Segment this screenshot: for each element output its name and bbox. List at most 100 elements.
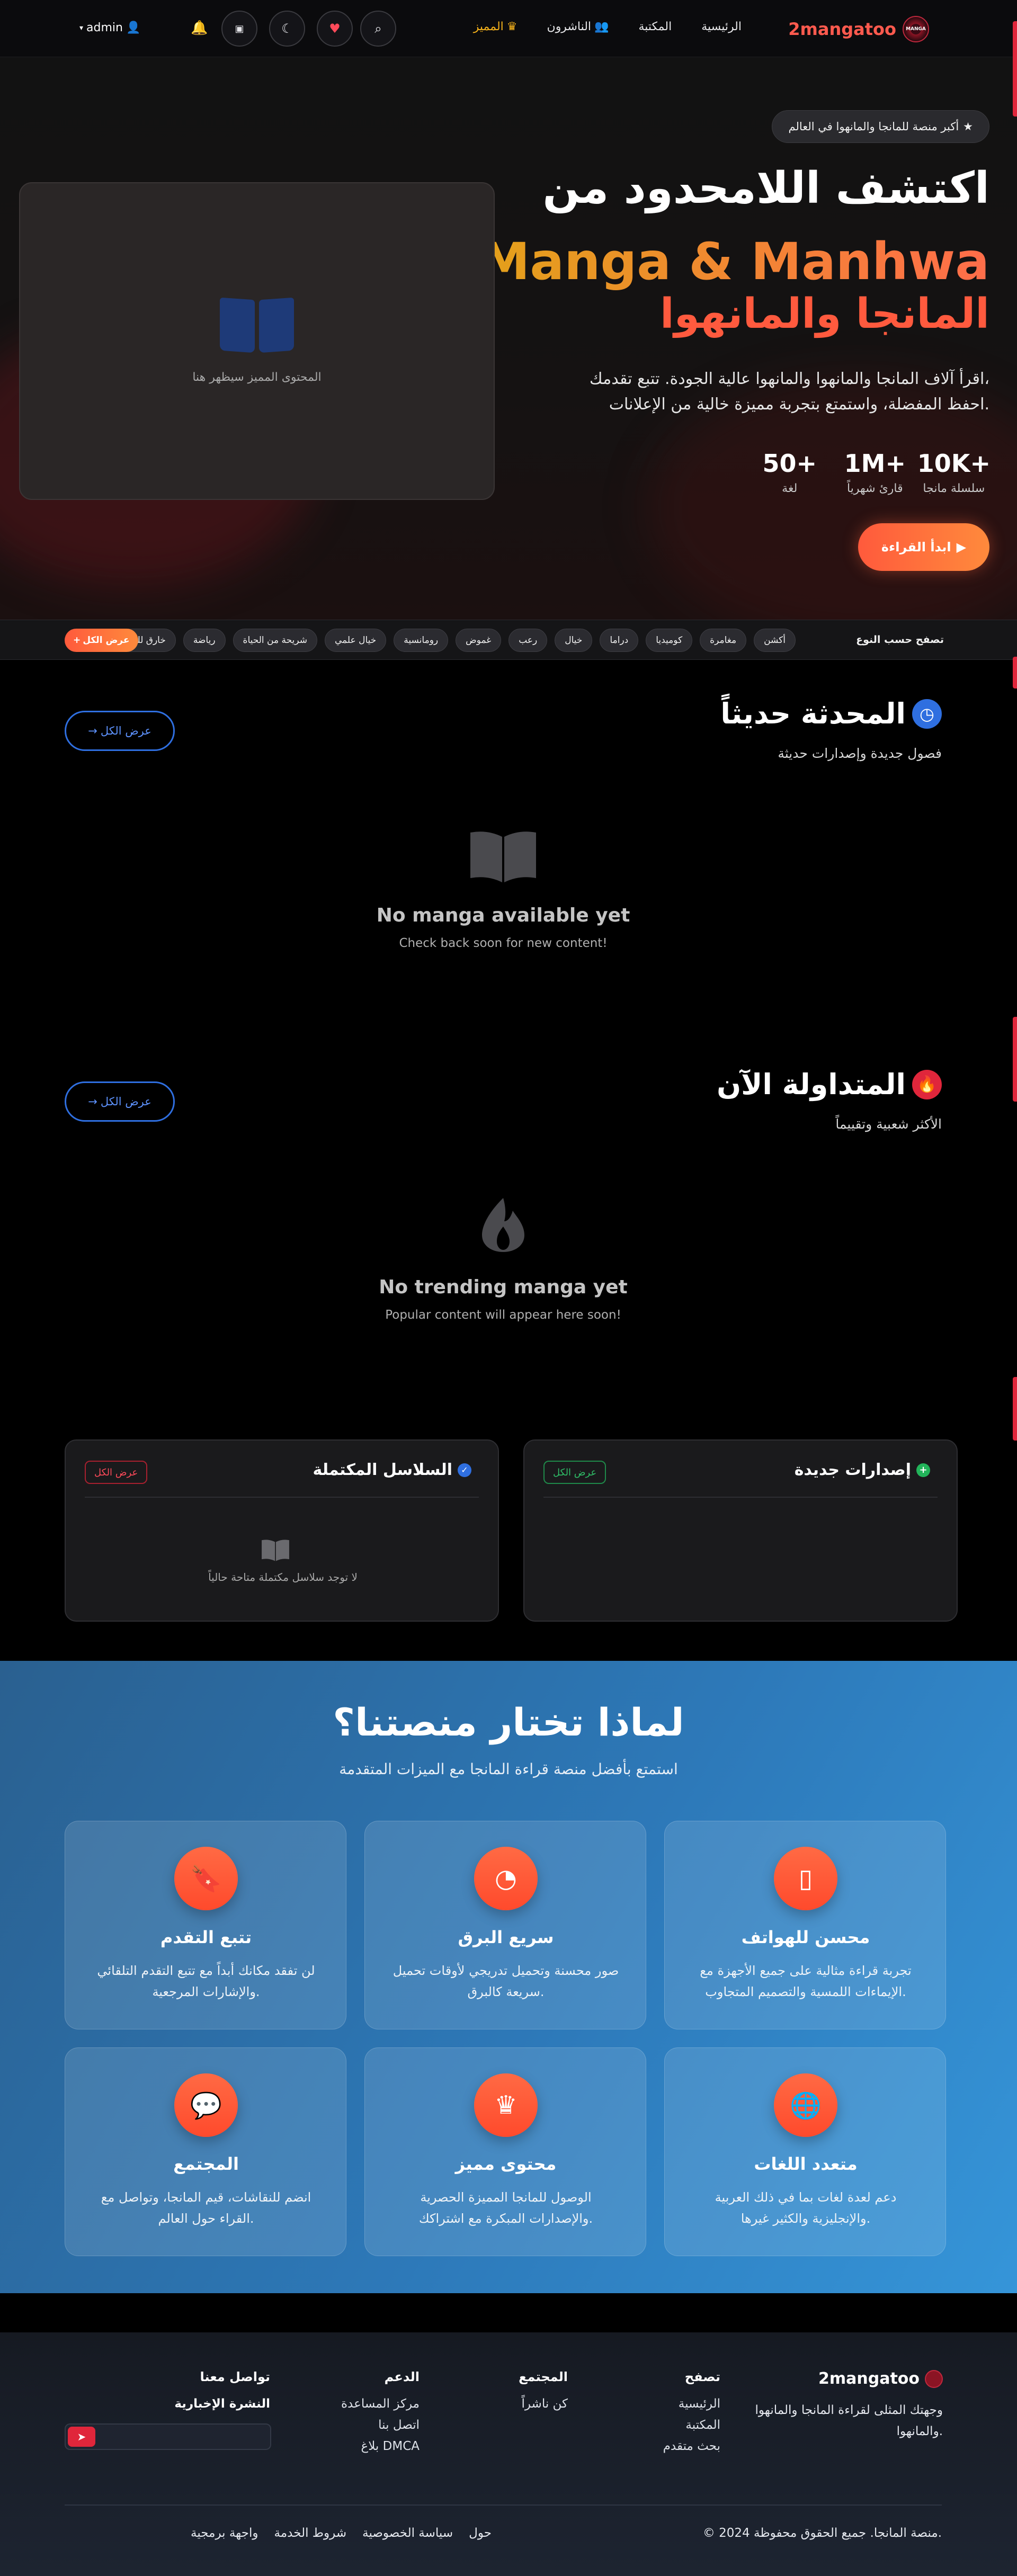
edge-accent bbox=[1013, 657, 1017, 688]
feature-description: انضم للنقاشات، قيم المانجا، وتواصل مع ال… bbox=[101, 2190, 311, 2226]
genre-chip[interactable]: كوميديا bbox=[646, 629, 693, 652]
why-subtitle: استمتع بأفضل منصة قراءة المانجا مع الميز… bbox=[339, 1760, 678, 1778]
crown-icon: ♛ bbox=[474, 2073, 538, 2137]
footer-link[interactable]: الرئيسية bbox=[663, 2397, 720, 2411]
feature-description: دعم لعدة لغات بما في ذلك العربية والإنجل… bbox=[715, 2190, 897, 2226]
start-reading-label: ابدأ القراءة bbox=[881, 540, 951, 554]
edge-accent bbox=[1013, 21, 1017, 117]
edge-accent bbox=[1013, 1017, 1017, 1102]
latest-title-text: المحدثة حديثاً bbox=[720, 697, 906, 730]
footer-col-title: الدعم bbox=[384, 2369, 420, 2384]
completed-series-title: ✓ السلاسل المكتملة bbox=[313, 1461, 471, 1479]
genre-chip[interactable]: رومانسية bbox=[394, 629, 449, 652]
footer-link-terms[interactable]: شروط الخدمة bbox=[274, 2526, 347, 2540]
hero-section: ★ أكبر منصة للمانجا والمانهوا في العالم … bbox=[0, 57, 1017, 620]
genre-bar: تصفح حسب النوع أكشن مغامرة كوميديا دراما… bbox=[0, 620, 1017, 660]
footer-link[interactable]: بلاغ DMCA bbox=[341, 2439, 420, 2453]
search-button[interactable]: ⌕ bbox=[360, 11, 396, 47]
footer-link[interactable]: كن ناشراً bbox=[519, 2397, 568, 2411]
feature-card: 🌐 متعدد اللغات دعم لعدة لغات بما في ذلك … bbox=[664, 2047, 946, 2256]
footer-link-about[interactable]: حول bbox=[469, 2526, 492, 2540]
newsletter-email-input[interactable] bbox=[65, 2423, 271, 2450]
trending-view-all-button[interactable]: → عرض الكل bbox=[65, 1081, 175, 1122]
completed-series-panel: ✓ السلاسل المكتملة عرض الكل لا توجد سلاس… bbox=[65, 1439, 499, 1622]
nav-home[interactable]: الرئيسية bbox=[701, 20, 742, 33]
hero-title-arabic: المانجا والمانهوا bbox=[659, 290, 989, 338]
genre-chip[interactable]: دراما bbox=[600, 629, 639, 652]
latest-section-title: ◷ المحدثة حديثاً bbox=[720, 697, 942, 730]
latest-empty-subtitle: Check back soon for new content! bbox=[399, 936, 608, 950]
heart-icon: ♥ bbox=[329, 21, 341, 36]
nav-home-label: الرئيسية bbox=[701, 20, 742, 33]
copyright: © 2024 منصة المانجا. جميع الحقوق محفوظة. bbox=[702, 2526, 942, 2540]
logo-icon bbox=[925, 2369, 943, 2388]
footer-link-api[interactable]: واجهة برمجية bbox=[191, 2526, 258, 2540]
view-all-genres-label: عرض الكل bbox=[83, 635, 130, 646]
globe-icon: 🌐 bbox=[774, 2073, 837, 2137]
stat-label: سلسلة مانجا bbox=[923, 482, 985, 495]
footer-link[interactable]: المكتبة bbox=[663, 2418, 720, 2432]
brand-logo[interactable]: MANGA 2mangatoo bbox=[788, 16, 929, 42]
footer-divider bbox=[65, 2505, 942, 2506]
genre-chip[interactable]: خيال bbox=[555, 629, 593, 652]
why-choose-us-section: لماذا تختار منصتنا؟ استمتع بأفضل منصة قر… bbox=[0, 1661, 1017, 2293]
newsletter-submit-button[interactable]: ➤ bbox=[68, 2427, 95, 2447]
new-releases-title-text: إصدارات جديدة bbox=[794, 1461, 911, 1479]
book-icon bbox=[220, 297, 294, 355]
genre-chip[interactable]: غموض bbox=[456, 629, 502, 652]
completed-title-text: السلاسل المكتملة bbox=[313, 1461, 452, 1479]
genre-chip[interactable]: شريحة من الحياة bbox=[233, 629, 317, 652]
language-icon: ▣ bbox=[235, 23, 244, 34]
language-button[interactable]: ▣ bbox=[221, 11, 257, 47]
newsletter-title: النشرة الإخبارية bbox=[174, 2397, 270, 2411]
footer-col-title: تواصل معنا bbox=[200, 2369, 270, 2384]
hero-badge: ★ أكبر منصة للمانجا والمانهوا في العالم bbox=[772, 110, 989, 143]
feature-description: تجربة قراءة مثالية على جميع الأجهزة مع ا… bbox=[700, 1963, 912, 1999]
genre-chip[interactable]: رياضة bbox=[183, 629, 226, 652]
footer-link[interactable]: بحث متقدم bbox=[663, 2439, 720, 2453]
feature-description: الوصول للمانجا المميزة الحصرية والإصدارا… bbox=[418, 2190, 593, 2226]
nav-publishers[interactable]: 👥 الناشرون bbox=[547, 20, 609, 33]
genre-chip[interactable]: رعب bbox=[508, 629, 548, 652]
nav-premium[interactable]: ♛ المميز bbox=[474, 20, 518, 33]
footer-col-title: تصفح bbox=[684, 2369, 720, 2384]
completed-empty-text: لا توجد سلاسل مكتملة متاحة حالياً bbox=[208, 1571, 358, 1584]
footer-link-privacy[interactable]: سياسة الخصوصية bbox=[362, 2526, 453, 2540]
user-menu[interactable]: ▾ admin 👤 bbox=[79, 21, 140, 34]
nav-library[interactable]: المكتبة bbox=[638, 20, 672, 33]
start-reading-button[interactable]: ▶ ابدأ القراءة bbox=[858, 523, 989, 571]
hero-description: احفظ المفضلة، واستمتع بتجربة مميزة خالية… bbox=[609, 395, 989, 414]
plus-circle-icon: + bbox=[916, 1463, 930, 1477]
trending-empty-subtitle: Popular content will appear here soon! bbox=[385, 1308, 621, 1322]
feature-title: سريع البرق bbox=[458, 1927, 554, 1947]
stat-label: لغة bbox=[782, 482, 798, 495]
notifications-button[interactable]: 🔔 bbox=[191, 20, 208, 36]
latest-view-all-label: عرض الكل bbox=[100, 724, 151, 737]
footer-link[interactable]: اتصل بنا bbox=[341, 2418, 420, 2432]
why-title: لماذا تختار منصتنا؟ bbox=[333, 1700, 684, 1745]
genre-chip[interactable]: أكشن bbox=[754, 629, 796, 652]
stat-languages: 50+ لغة bbox=[762, 449, 817, 495]
completed-view-all-button[interactable]: عرض الكل bbox=[85, 1461, 148, 1484]
favorites-button[interactable]: ♥ bbox=[317, 11, 353, 47]
moon-icon: ☾ bbox=[281, 21, 293, 36]
divider bbox=[543, 1497, 938, 1498]
footer-brand-name[interactable]: 2mangatoo bbox=[742, 2369, 943, 2388]
genre-chip[interactable]: خيال علمي bbox=[324, 629, 387, 652]
latest-view-all-button[interactable]: → عرض الكل bbox=[65, 711, 175, 751]
search-icon: ⌕ bbox=[374, 21, 382, 36]
theme-toggle-button[interactable]: ☾ bbox=[269, 11, 305, 47]
feature-card: ▯ محسن للهواتف تجربة قراءة مثالية على جم… bbox=[664, 1821, 946, 2029]
send-icon: ➤ bbox=[77, 2430, 86, 2443]
hero-badge-text: أكبر منصة للمانجا والمانهوا في العالم bbox=[788, 120, 959, 133]
crown-icon: ♛ bbox=[506, 20, 518, 33]
feature-title: تتبع التقدم bbox=[160, 1927, 252, 1947]
admin-label: admin bbox=[86, 21, 123, 34]
genre-chip[interactable]: مغامرة bbox=[700, 629, 747, 652]
feature-card: 💬 المجتمع انضم للنقاشات، قيم المانجا، وت… bbox=[65, 2047, 346, 2256]
view-all-genres-button[interactable]: + عرض الكل bbox=[65, 629, 138, 652]
new-releases-view-all-button[interactable]: عرض الكل bbox=[543, 1461, 606, 1484]
stat-number: 50+ bbox=[762, 449, 817, 478]
footer-link[interactable]: مركز المساعدة bbox=[341, 2397, 420, 2411]
brand-name: 2mangatoo bbox=[788, 19, 896, 39]
